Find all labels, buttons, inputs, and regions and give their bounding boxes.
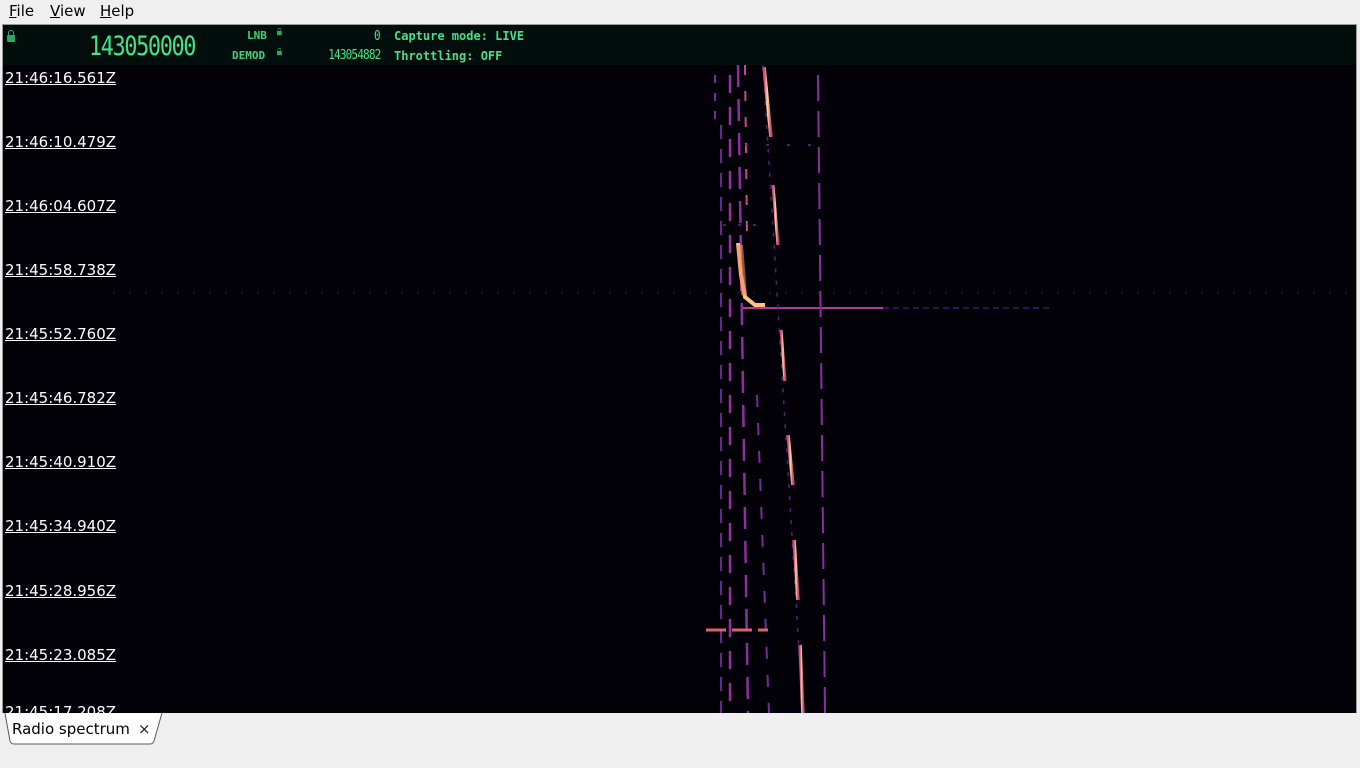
lnb-value[interactable]: 0 (374, 29, 381, 44)
timestamp-label: 21:45:40.910Z (5, 453, 117, 471)
main-frequency-display[interactable]: 143050000 (89, 31, 196, 62)
waterfall-display[interactable]: 21:46:16.561Z 21:46:10.479Z 21:46:04.607… (3, 65, 1356, 714)
menu-file[interactable]: File (9, 2, 34, 20)
timestamp-label: 21:45:23.085Z (5, 646, 117, 664)
timestamp-label: 21:45:46.782Z (5, 389, 117, 407)
lnb-label: LNB (247, 29, 267, 42)
timestamp-label: 21:45:52.760Z (5, 325, 117, 343)
lnb-lock-icon[interactable] (277, 27, 282, 36)
timestamp-label: 21:45:34.940Z (5, 517, 117, 535)
tab-radio-spectrum[interactable]: Radio spectrum × (4, 713, 163, 745)
status-bar: 143050000 LNB 0 DEMOD 143054882 Capture … (3, 25, 1356, 65)
demod-value[interactable]: 143054882 (328, 48, 381, 63)
close-icon[interactable]: × (138, 720, 151, 738)
waterfall-graphic (113, 65, 1356, 714)
timestamp-label: 21:45:58.738Z (5, 261, 117, 279)
menu-bar: File View Help (0, 0, 1360, 22)
capture-mode-text: Capture mode: LIVE (394, 29, 525, 43)
tab-label: Radio spectrum (12, 720, 130, 738)
menu-view[interactable]: View (50, 2, 86, 20)
lock-icon[interactable] (7, 30, 15, 42)
timestamp-label: 21:45:28.956Z (5, 582, 117, 600)
throttling-text: Throttling: OFF (394, 49, 503, 63)
demod-label: DEMOD (232, 49, 266, 62)
demod-lock-icon[interactable] (277, 47, 282, 56)
spectrum-panel: 143050000 LNB 0 DEMOD 143054882 Capture … (2, 24, 1357, 715)
timestamp-label: 21:46:04.607Z (5, 197, 117, 215)
timestamp-label: 21:46:10.479Z (5, 133, 117, 151)
tab-bar: Radio spectrum × (0, 713, 1360, 768)
menu-help[interactable]: Help (100, 2, 134, 20)
timestamp-label: 21:46:16.561Z (5, 69, 117, 87)
